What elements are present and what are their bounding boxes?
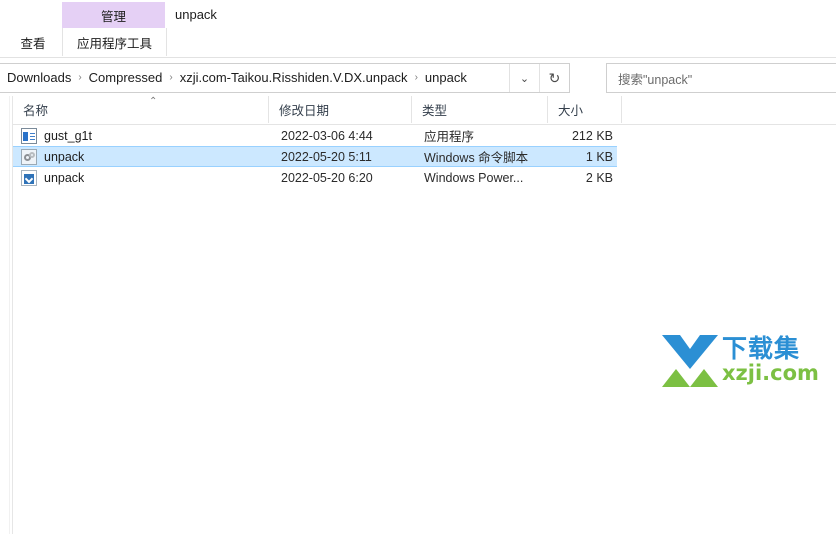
- cmd-script-icon: [21, 148, 37, 165]
- refresh-icon[interactable]: ↻: [539, 64, 569, 92]
- address-bar[interactable]: Downloads › Compressed › xzji.com-Taikou…: [0, 63, 570, 93]
- breadcrumb[interactable]: Downloads › Compressed › xzji.com-Taikou…: [0, 64, 509, 92]
- xzji-arrow-logo: [662, 335, 718, 387]
- file-explorer-window: 管理 应用程序工具 查看 unpack Downloads › Compress…: [0, 0, 836, 534]
- address-bar-row: Downloads › Compressed › xzji.com-Taikou…: [0, 63, 836, 95]
- window-title: unpack: [175, 7, 217, 22]
- powershell-script-icon: [21, 169, 37, 186]
- file-name-label: unpack: [44, 170, 85, 185]
- file-date-cell: 2022-03-06 4:44: [281, 128, 373, 143]
- file-name-cell[interactable]: unpack: [21, 147, 84, 166]
- breadcrumb-item-downloads[interactable]: Downloads: [2, 64, 76, 92]
- breadcrumb-item-compressed[interactable]: Compressed: [84, 64, 168, 92]
- column-header-row: 名称 ⌃ 修改日期 类型 大小: [13, 96, 836, 125]
- search-placeholder: 搜索"unpack": [618, 72, 693, 87]
- search-input[interactable]: 搜索"unpack": [606, 63, 836, 93]
- ribbon-tabstrip: 管理 应用程序工具 查看 unpack: [0, 0, 836, 58]
- table-row[interactable]: gust_g1t 2022-03-06 4:44 应用程序 212 KB: [13, 125, 836, 146]
- tab-view[interactable]: 查看: [8, 28, 58, 56]
- breadcrumb-separator: ›: [169, 72, 173, 83]
- table-row[interactable]: unpack 2022-05-20 6:20 Windows Power... …: [13, 167, 836, 188]
- breadcrumb-separator: ›: [78, 72, 82, 83]
- ribbon-divider: [0, 57, 836, 58]
- column-header-date[interactable]: 修改日期: [268, 96, 411, 123]
- file-size-cell: 212 KB: [571, 128, 613, 143]
- file-name-cell[interactable]: unpack: [21, 167, 84, 188]
- file-type-cell: 应用程序: [424, 130, 475, 144]
- tab-application-tools[interactable]: 应用程序工具: [62, 28, 167, 56]
- watermark-brand-cn: 下载集: [722, 334, 801, 363]
- column-header-name-label: 名称: [23, 104, 49, 118]
- chevron-down-icon[interactable]: ⌄: [509, 64, 539, 92]
- file-list-view: 名称 ⌃ 修改日期 类型 大小 gust_g1t 2022-03-06 4:44…: [13, 96, 836, 534]
- file-size-cell: 2 KB: [585, 170, 613, 185]
- navigation-pane-edge: [9, 96, 10, 534]
- site-watermark: 下载集 xzji.com: [662, 335, 819, 387]
- tab-contextual-manage-header[interactable]: 管理: [62, 2, 165, 28]
- file-date-cell: 2022-05-20 6:20: [281, 170, 373, 185]
- sort-ascending-caret: ⌃: [149, 96, 158, 107]
- file-size-cell: 1 KB: [585, 149, 613, 164]
- file-name-cell[interactable]: gust_g1t: [21, 125, 92, 146]
- file-rows: gust_g1t 2022-03-06 4:44 应用程序 212 KB unp…: [13, 125, 836, 188]
- breadcrumb-item-unpack[interactable]: unpack: [420, 64, 472, 92]
- column-header-size[interactable]: 大小: [547, 96, 621, 123]
- column-header-spacer: [621, 96, 632, 123]
- table-row[interactable]: unpack 2022-05-20 5:11 Windows 命令脚本 1 KB: [13, 146, 617, 167]
- breadcrumb-item-archive[interactable]: xzji.com-Taikou.Risshiden.V.DX.unpack: [175, 64, 413, 92]
- watermark-text: 下载集 xzji.com: [722, 335, 819, 385]
- application-exe-icon: [21, 127, 37, 144]
- watermark-brand-url: xzji.com: [722, 361, 819, 385]
- file-date-cell: 2022-05-20 5:11: [281, 149, 372, 164]
- column-header-name[interactable]: 名称 ⌃: [13, 96, 268, 123]
- breadcrumb-separator: ›: [414, 72, 418, 83]
- column-header-type[interactable]: 类型: [411, 96, 547, 123]
- file-name-label: unpack: [44, 149, 85, 164]
- file-name-label: gust_g1t: [44, 128, 92, 143]
